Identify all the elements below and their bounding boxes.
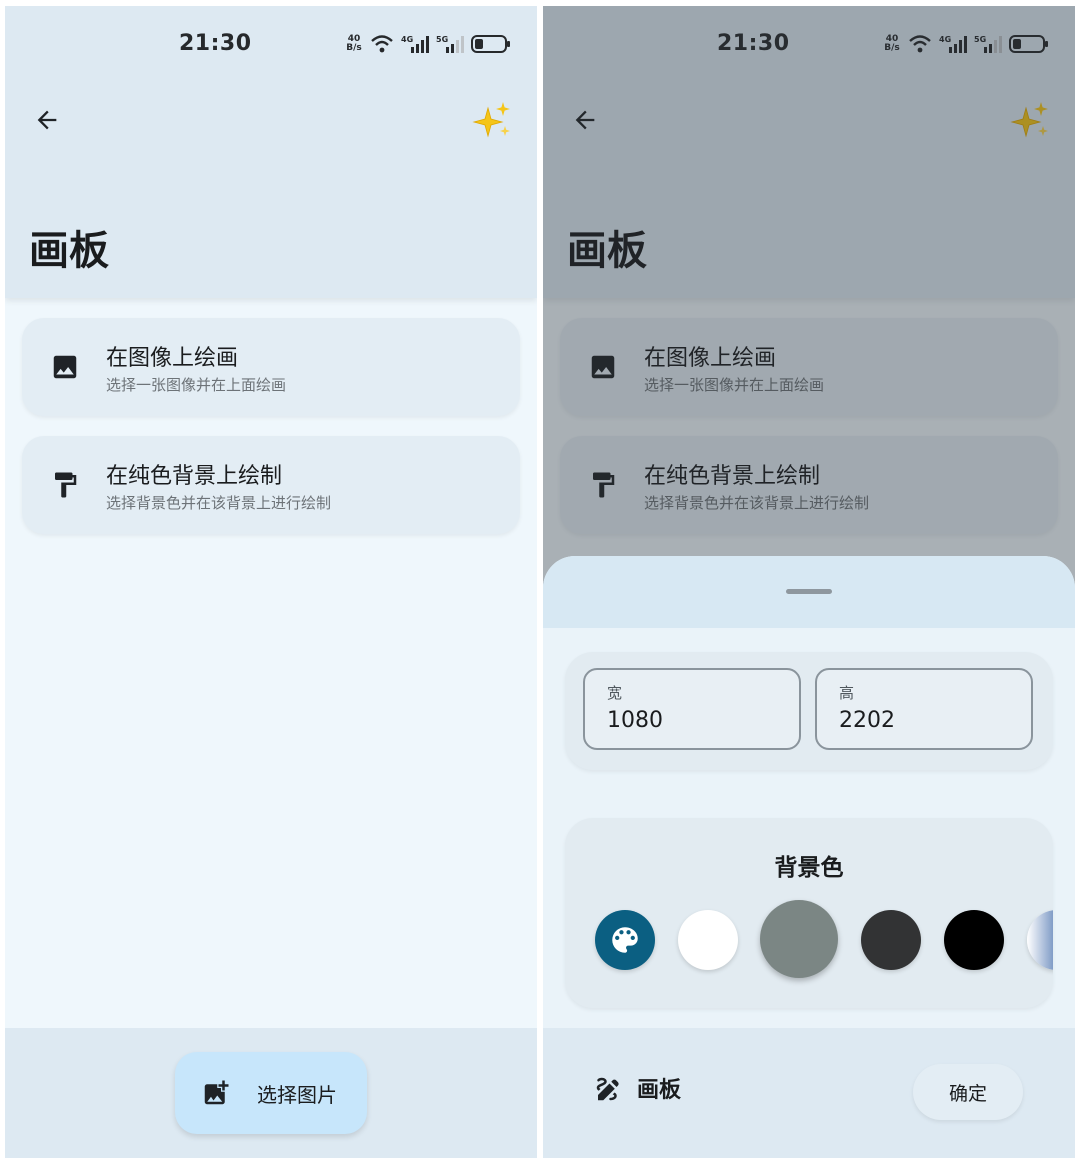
option-subtitle: 选择一张图像并在上面绘画 xyxy=(106,376,287,394)
color-swatch-white[interactable] xyxy=(678,910,738,970)
width-value[interactable]: 1080 xyxy=(607,708,663,733)
arrow-left-icon xyxy=(37,110,57,130)
canvas-size-group: 宽 1080 高 2202 xyxy=(565,652,1053,770)
drag-handle[interactable] xyxy=(786,589,832,594)
height-value[interactable]: 2202 xyxy=(839,708,895,733)
color-swatch-black[interactable] xyxy=(944,910,1004,970)
svg-text:4G: 4G xyxy=(401,35,413,44)
image-icon xyxy=(53,355,77,379)
palette-icon xyxy=(612,927,638,953)
screen-canvas-bottom-sheet: 21:30 40 B/s 4G 5G 画板 在图像上绘画 选择一张图像并在上面绘画… xyxy=(543,6,1075,1158)
option-title: 在图像上绘画 xyxy=(106,346,239,371)
width-field[interactable]: 宽 1080 xyxy=(583,668,801,750)
color-swatch-blue[interactable] xyxy=(1027,910,1053,970)
wifi-icon xyxy=(371,35,393,53)
color-swatch-gray-selected[interactable] xyxy=(760,900,838,978)
height-field[interactable]: 高 2202 xyxy=(815,668,1033,750)
draw-icon xyxy=(596,1077,619,1101)
canvas-settings-sheet: 宽 1080 高 2202 背景色 画板 确定 xyxy=(543,556,1075,1158)
screen-canvas-home: 21:30 40 B/s 4G 5G 画板 在图像上绘画 选择一张图像并在上面绘画… xyxy=(5,6,537,1158)
top-app-bar: 21:30 40 B/s 4G 5G 画板 xyxy=(5,6,537,298)
svg-text:5G: 5G xyxy=(436,35,448,44)
background-color-title: 背景色 xyxy=(774,855,844,881)
confirm-button[interactable]: 确定 xyxy=(913,1064,1023,1120)
sheet-footer: 画板 确定 xyxy=(543,1028,1075,1158)
bottom-bar: 选择图片 xyxy=(5,1028,537,1158)
option-title: 在纯色背景上绘制 xyxy=(106,464,283,489)
sparkles-icon[interactable] xyxy=(471,100,513,142)
signal-4g-icon: 4G xyxy=(401,35,429,53)
color-swatch-dark-gray[interactable] xyxy=(861,910,921,970)
color-picker-swatch[interactable] xyxy=(595,910,655,970)
background-color-group: 背景色 xyxy=(565,818,1053,1008)
paint-roller-icon xyxy=(55,472,77,498)
page-title: 画板 xyxy=(29,228,109,274)
height-label: 高 xyxy=(839,684,855,702)
option-draw-on-image[interactable]: 在图像上绘画 选择一张图像并在上面绘画 xyxy=(22,318,520,416)
option-subtitle: 选择背景色并在该背景上进行绘制 xyxy=(106,494,332,512)
add-photo-icon xyxy=(204,1080,229,1105)
status-bar: 21:30 40 B/s 4G 5G xyxy=(5,6,537,78)
net-speed: 40 B/s xyxy=(346,34,362,53)
battery-icon xyxy=(471,35,510,53)
footer-title: 画板 xyxy=(637,1078,682,1103)
pick-image-label: 选择图片 xyxy=(257,1082,337,1107)
sheet-header xyxy=(543,556,1075,628)
pick-image-button[interactable]: 选择图片 xyxy=(175,1052,367,1134)
status-icons: 40 B/s 4G 5G xyxy=(345,34,511,54)
back-button[interactable] xyxy=(29,102,65,138)
status-time: 21:30 xyxy=(179,31,252,56)
width-label: 宽 xyxy=(607,684,623,702)
signal-5g-icon: 5G xyxy=(436,35,464,53)
option-draw-on-solid-background[interactable]: 在纯色背景上绘制 选择背景色并在该背景上进行绘制 xyxy=(22,436,520,534)
